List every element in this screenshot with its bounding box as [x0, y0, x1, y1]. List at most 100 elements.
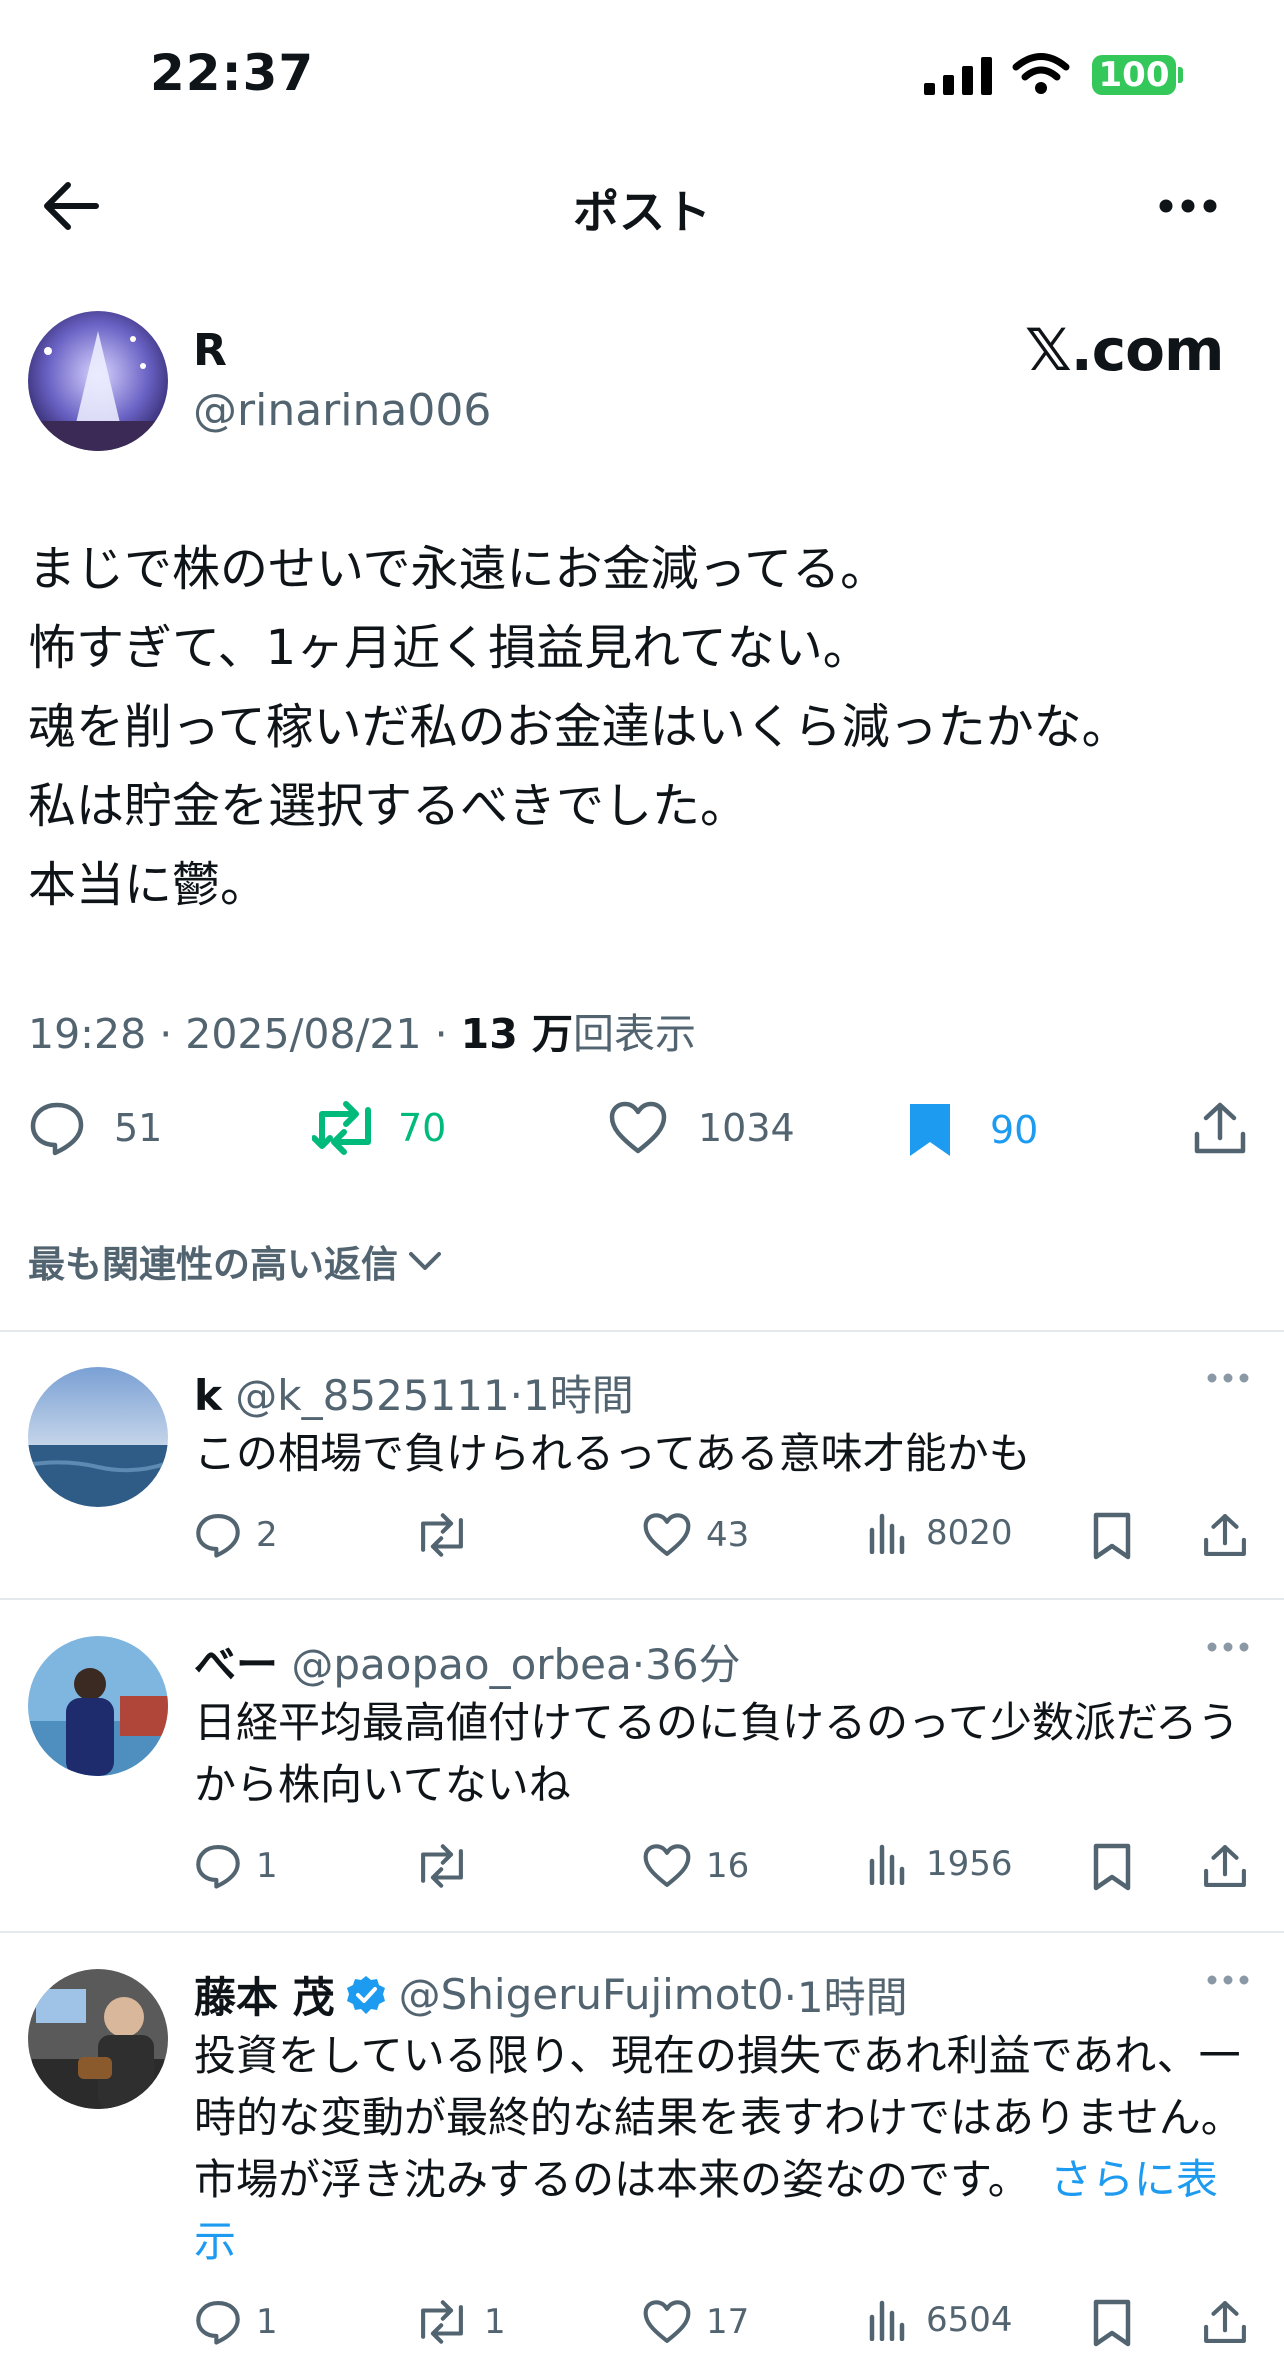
- heart-icon: [642, 2299, 692, 2345]
- divider: [0, 1598, 1284, 1600]
- reply-icon: [28, 1100, 86, 1156]
- post-text: まじで株のせいで永遠にお金減ってる。 怖すぎて、1ヶ月近く損益見れてない。 魂を…: [28, 530, 1258, 925]
- more-options-icon[interactable]: [1158, 198, 1218, 214]
- reply-button[interactable]: 51: [28, 1100, 162, 1156]
- bookmark-filled-icon: [906, 1100, 954, 1160]
- post-line: まじで株のせいで永遠にお金減ってる。: [28, 541, 889, 597]
- reply-author-name[interactable]: 藤本 茂: [194, 1964, 335, 2025]
- repost-icon: [414, 2299, 470, 2345]
- battery-nub: [1178, 67, 1183, 83]
- reply-like-button[interactable]: 43: [642, 1512, 749, 1558]
- repost-icon: [312, 1100, 378, 1156]
- reply-icon: [194, 2299, 242, 2345]
- view-count: 8020: [926, 1513, 1013, 1553]
- author-handle[interactable]: @rinarina006: [193, 385, 491, 436]
- share-icon[interactable]: [1192, 1100, 1248, 1156]
- analytics-icon: [868, 1512, 908, 1554]
- reply-text: この相場で負けられるってある意味才能かも: [194, 1429, 1031, 1478]
- reply-repost-button[interactable]: 1: [414, 2299, 506, 2345]
- reply-reply-button[interactable]: 1: [194, 2299, 278, 2345]
- repost-icon: [414, 1843, 470, 1889]
- reply-handle[interactable]: @k_8525111: [235, 1371, 509, 1420]
- reply-sort-label: 最も関連性の高い返信: [28, 1243, 398, 1286]
- share-icon[interactable]: [1202, 1512, 1248, 1558]
- reply-time[interactable]: ·1時間: [784, 1964, 908, 2025]
- analytics-icon: [868, 1843, 908, 1885]
- heart-icon: [642, 1843, 692, 1889]
- reply-repost-button[interactable]: [414, 1843, 484, 1889]
- reply-repost-button[interactable]: [414, 1512, 484, 1558]
- view-count: 1956: [926, 1844, 1013, 1884]
- view-count[interactable]: 13 万: [461, 1010, 573, 1058]
- analytics-icon: [868, 2299, 908, 2341]
- view-count: 6504: [926, 2300, 1013, 2340]
- battery-indicator: 100: [1092, 55, 1176, 95]
- reply-views[interactable]: 6504: [868, 2299, 1013, 2341]
- post-meta: 19:28 · 2025/08/21 · 13 万回表示: [28, 1000, 696, 1060]
- reply-header: べー @paopao_orbea·36分: [194, 1631, 741, 1692]
- chevron-down-icon: [408, 1250, 442, 1272]
- reply-reply-button[interactable]: 1: [194, 1843, 278, 1889]
- status-time: 22:37: [150, 44, 315, 102]
- bookmark-icon[interactable]: [1092, 1512, 1132, 1560]
- page-title: ポスト: [573, 185, 711, 239]
- reply-more-icon[interactable]: [1206, 1372, 1250, 1384]
- reply-author-name[interactable]: k: [194, 1371, 222, 1420]
- reply-text: 投資をしている限り、現在の損失であれ利益であれ、一時的な変動が最終的な結果を表す…: [194, 2025, 1254, 2273]
- reply-time[interactable]: ·36分: [632, 1640, 741, 1689]
- repost-icon: [414, 1512, 470, 1558]
- reply-avatar[interactable]: [28, 1367, 168, 1507]
- reply-like-button[interactable]: 16: [642, 1843, 749, 1889]
- heart-icon: [608, 1100, 668, 1156]
- bookmark-icon[interactable]: [1092, 2299, 1132, 2347]
- divider: [0, 1931, 1284, 1933]
- x-com-watermark: 𝕏.com: [1025, 316, 1224, 384]
- like-count: 1034: [698, 1106, 795, 1150]
- reply-count: 1: [256, 2302, 278, 2342]
- reply-count: 51: [114, 1106, 163, 1150]
- reply-views[interactable]: 8020: [868, 1512, 1013, 1554]
- like-button[interactable]: 1034: [608, 1100, 795, 1156]
- post-line: 魂を削って稼いだ私のお金達はいくら減ったかな。: [28, 699, 1130, 755]
- post-line: 本当に鬱。: [28, 857, 269, 913]
- reply-text: 日経平均最高値付けてるのに負けるのって少数派だろうから株向いてないね: [194, 1698, 1240, 1809]
- reply-views[interactable]: 1956: [868, 1843, 1013, 1885]
- reply-sort-dropdown[interactable]: 最も関連性の高い返信: [28, 1234, 442, 1288]
- reply-header: k @k_8525111·1時間: [194, 1362, 634, 1423]
- heart-icon: [642, 1512, 692, 1558]
- reply-header: 藤本 茂 @ShigeruFujimot0·1時間: [194, 1964, 908, 2025]
- reply-time[interactable]: ·1時間: [510, 1371, 634, 1420]
- bookmark-button[interactable]: 90: [906, 1100, 1038, 1160]
- post-timestamp[interactable]: 19:28 · 2025/08/21 ·: [28, 1010, 461, 1058]
- bookmark-count: 90: [990, 1108, 1039, 1152]
- like-count: 43: [706, 1515, 750, 1555]
- reply-avatar[interactable]: [28, 1969, 168, 2109]
- like-count: 17: [706, 2302, 750, 2342]
- like-count: 16: [706, 1846, 750, 1886]
- views-label[interactable]: 回表示: [573, 1010, 696, 1058]
- repost-count: 70: [398, 1106, 447, 1150]
- share-icon[interactable]: [1202, 2299, 1248, 2345]
- avatar[interactable]: [28, 311, 168, 451]
- post-line: 怖すぎて、1ヶ月近く損益見れてない。: [28, 620, 871, 676]
- share-icon[interactable]: [1202, 1843, 1248, 1889]
- reply-more-icon[interactable]: [1206, 1974, 1250, 1986]
- author-name[interactable]: R: [193, 325, 227, 376]
- reply-reply-button[interactable]: 2: [194, 1512, 278, 1558]
- reply-avatar[interactable]: [28, 1636, 168, 1776]
- reply-icon: [194, 1512, 242, 1558]
- reply-count: 2: [256, 1515, 278, 1555]
- cellular-signal-icon: [924, 55, 994, 95]
- repost-button[interactable]: 70: [312, 1100, 446, 1156]
- reply-handle[interactable]: @ShigeruFujimot0: [399, 1970, 784, 2019]
- reply-count: 1: [256, 1846, 278, 1886]
- reply-like-button[interactable]: 17: [642, 2299, 749, 2345]
- repost-count: 1: [484, 2302, 506, 2342]
- reply-author-name[interactable]: べー: [194, 1640, 278, 1689]
- reply-more-icon[interactable]: [1206, 1641, 1250, 1653]
- reply-handle[interactable]: @paopao_orbea: [291, 1640, 631, 1689]
- bookmark-icon[interactable]: [1092, 1843, 1132, 1891]
- verified-badge-icon: [345, 1974, 387, 2016]
- post-line: 私は貯金を選択するべきでした。: [28, 778, 749, 834]
- reply-icon: [194, 1843, 242, 1889]
